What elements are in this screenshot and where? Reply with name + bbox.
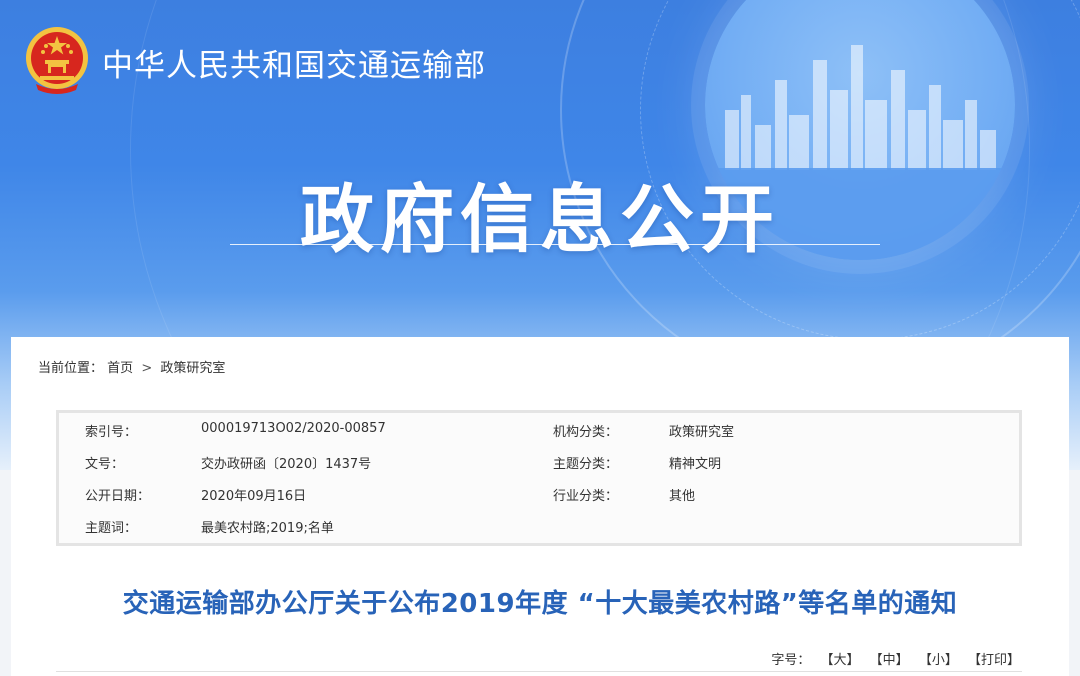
breadcrumb-separator: > [141, 361, 153, 376]
meta-value: 最美农村路;2019;名单 [201, 521, 334, 536]
breadcrumb-home-link[interactable]: 首页 [107, 361, 133, 376]
national-emblem-icon [26, 27, 88, 94]
meta-value: 2020年09月16日 [201, 489, 307, 504]
font-size-large-button[interactable]: 【大】 [821, 653, 860, 668]
content-divider [56, 671, 1022, 672]
meta-value: 其他 [669, 489, 696, 504]
meta-key: 索引号： [85, 425, 138, 440]
meta-row: 公开日期： 2020年09月16日 行业分类： 其他 [59, 477, 1019, 509]
breadcrumb: 当前位置： 首页 > 政策研究室 [38, 357, 225, 376]
font-size-label: 字号： [771, 653, 811, 668]
meta-value: 精神文明 [669, 457, 722, 472]
ministry-name: 中华人民共和国交通运输部 [102, 48, 486, 84]
meta-key: 主题分类： [553, 457, 619, 472]
breadcrumb-label: 当前位置： [38, 361, 104, 376]
font-size-controls: 字号： 【大】 【中】 【小】 【打印】 [771, 649, 1020, 668]
breadcrumb-policy-office-link[interactable]: 政策研究室 [160, 361, 225, 376]
font-size-medium-button[interactable]: 【中】 [870, 653, 909, 668]
font-size-small-button[interactable]: 【小】 [919, 653, 958, 668]
banner-divider [230, 244, 880, 245]
meta-row: 文号： 交办政研函〔2020〕1437号 主题分类： 精神文明 [59, 445, 1019, 477]
meta-key: 主题词： [85, 521, 138, 536]
meta-key: 机构分类： [553, 425, 619, 440]
meta-value: 000019713O02/2020-00857 [201, 421, 386, 436]
meta-row: 索引号： 000019713O02/2020-00857 机构分类： 政策研究室 [59, 413, 1019, 445]
document-title: 交通运输部办公厅关于公布2019年度 “十大最美农村路”等名单的通知 [122, 589, 958, 619]
banner-title: 政府信息公开 [300, 177, 780, 263]
meta-value: 政策研究室 [669, 425, 735, 440]
meta-key: 行业分类： [553, 489, 619, 504]
document-area: 索引号： 000019713O02/2020-00857 机构分类： 政策研究室… [38, 393, 1042, 676]
meta-value: 交办政研函〔2020〕1437号 [201, 457, 372, 472]
meta-key: 文号： [85, 457, 125, 472]
meta-row: 主题词： 最美农村路;2019;名单 [59, 509, 1019, 541]
meta-key: 公开日期： [85, 489, 151, 504]
document-metadata-box: 索引号： 000019713O02/2020-00857 机构分类： 政策研究室… [56, 410, 1022, 546]
print-button[interactable]: 【打印】 [968, 653, 1020, 668]
content-panel: 当前位置： 首页 > 政策研究室 索引号： 000019713O02/2020-… [11, 337, 1069, 676]
